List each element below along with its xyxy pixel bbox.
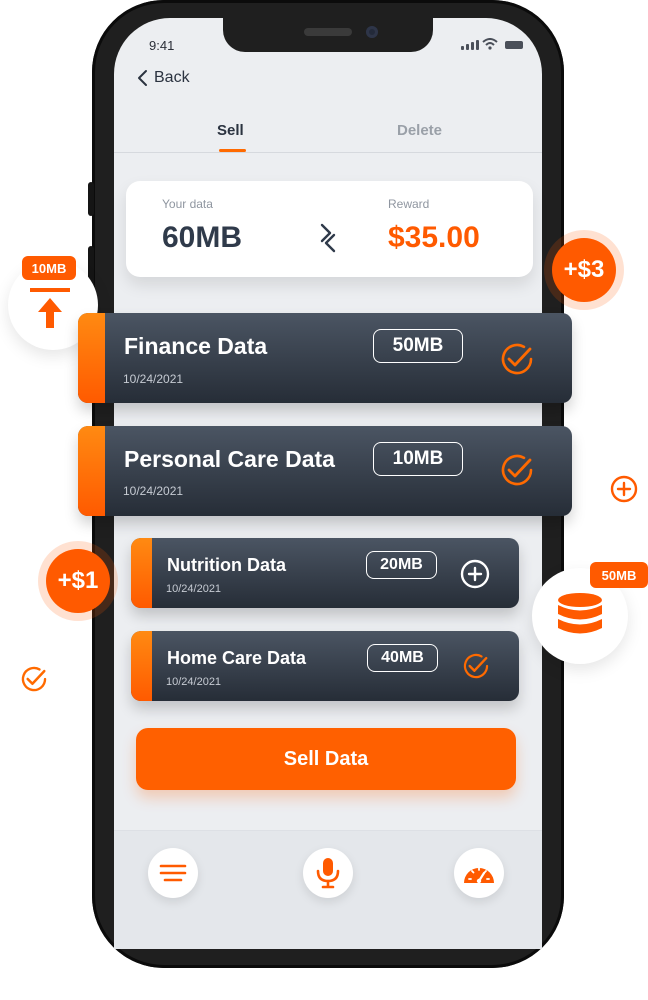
back-button[interactable]: Back xyxy=(136,69,190,87)
item-size-badge: 10MB xyxy=(373,442,463,476)
upload-icon xyxy=(30,288,70,328)
check-circle-icon[interactable] xyxy=(498,340,536,378)
accent-stripe xyxy=(78,426,105,516)
bottom-nav-menu[interactable] xyxy=(148,848,198,898)
reward-plus1-badge: +$1 xyxy=(46,549,110,613)
tab-bar: Sell Delete xyxy=(114,114,542,153)
check-circle-icon[interactable] xyxy=(498,451,536,489)
accent-stripe xyxy=(78,313,105,403)
plus-circle-icon[interactable] xyxy=(459,558,491,590)
item-date: 10/24/2021 xyxy=(166,676,222,688)
item-size-badge: 40MB xyxy=(367,644,438,672)
sell-data-button[interactable]: Sell Data xyxy=(136,728,516,790)
bottom-nav-dashboard[interactable] xyxy=(454,848,504,898)
database-icon xyxy=(558,593,602,634)
accent-stripe xyxy=(131,538,152,608)
front-camera xyxy=(366,26,378,38)
check-circle-icon xyxy=(21,666,47,692)
check-circle-icon[interactable] xyxy=(461,651,491,681)
microphone-icon xyxy=(316,858,340,889)
item-size-badge: 20MB xyxy=(366,551,437,579)
back-label: Back xyxy=(154,69,190,86)
item-date: 10/24/2021 xyxy=(123,484,184,498)
item-size-badge: 50MB xyxy=(373,329,463,363)
accent-stripe xyxy=(131,631,152,701)
item-title: Finance Data xyxy=(124,333,268,359)
swap-icon xyxy=(320,223,336,253)
reward-label: Reward xyxy=(388,197,430,211)
data-item-home-care[interactable]: Home Care Data 10/24/2021 40MB xyxy=(131,631,519,701)
reward-plus3-badge: +$3 xyxy=(552,238,616,302)
battery-icon xyxy=(505,41,523,49)
reward-value: $35.00 xyxy=(388,221,480,254)
database-size-badge: 50MB xyxy=(590,562,648,588)
upload-size-badge: 10MB xyxy=(22,256,76,280)
data-item-personal-care[interactable]: Personal Care Data 10/24/2021 10MB xyxy=(78,426,572,516)
speaker-grille xyxy=(304,28,352,36)
menu-icon xyxy=(159,864,187,882)
tab-delete[interactable]: Delete xyxy=(397,122,442,139)
bottom-nav-microphone[interactable] xyxy=(303,848,353,898)
item-title: Home Care Data xyxy=(167,648,307,668)
item-title: Nutrition Data xyxy=(167,555,286,575)
item-date: 10/24/2021 xyxy=(166,583,222,595)
plus-circle-icon xyxy=(610,475,638,503)
your-data-label: Your data xyxy=(162,197,213,211)
data-item-nutrition[interactable]: Nutrition Data 10/24/2021 20MB xyxy=(131,538,519,608)
wifi-icon xyxy=(482,38,498,50)
speedometer-icon xyxy=(464,867,494,884)
item-title: Personal Care Data xyxy=(124,446,335,472)
signal-icon xyxy=(461,40,479,50)
status-time: 9:41 xyxy=(149,38,175,53)
phone-side-button xyxy=(88,182,94,216)
summary-card: Your data 60MB Reward $35.00 xyxy=(126,181,533,277)
item-date: 10/24/2021 xyxy=(123,372,184,386)
tab-sell[interactable]: Sell xyxy=(217,122,244,139)
active-tab-indicator xyxy=(219,149,246,152)
data-item-finance[interactable]: Finance Data 10/24/2021 50MB xyxy=(78,313,572,403)
your-data-value: 60MB xyxy=(162,221,243,254)
chevron-left-icon xyxy=(138,70,147,86)
